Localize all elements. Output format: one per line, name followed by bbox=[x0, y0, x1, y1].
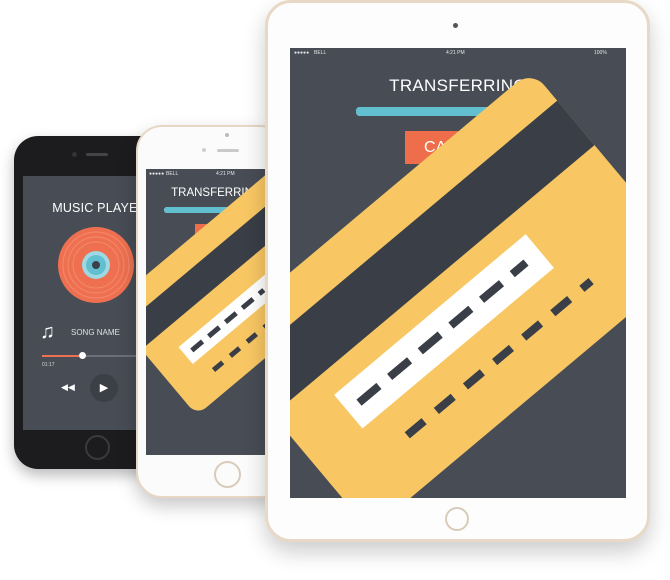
earpiece-speaker bbox=[217, 149, 239, 152]
music-note-icon: ♫ bbox=[40, 321, 55, 343]
play-icon: ▶ bbox=[99, 382, 109, 394]
front-camera bbox=[453, 23, 458, 28]
home-button[interactable] bbox=[85, 435, 110, 460]
front-camera bbox=[72, 152, 77, 157]
front-camera bbox=[225, 133, 229, 137]
home-button[interactable] bbox=[445, 507, 469, 531]
credit-card-icon bbox=[290, 78, 626, 498]
elapsed-time: 01:17 bbox=[42, 362, 55, 368]
earpiece-speaker bbox=[86, 153, 108, 156]
track-progress-handle[interactable] bbox=[78, 352, 86, 359]
tablet-transfer-screen: ●●●●● BELL 4:21 PM 100% TRANSFERRING CAN… bbox=[290, 48, 626, 498]
tablet-device: ●●●●● BELL 4:21 PM 100% TRANSFERRING CAN… bbox=[265, 0, 650, 542]
track-progress-fill bbox=[42, 355, 82, 357]
play-button[interactable]: ▶ bbox=[90, 374, 118, 402]
rewind-icon[interactable]: ◀◀ bbox=[61, 382, 75, 393]
home-button[interactable] bbox=[214, 461, 241, 488]
proximity-sensor bbox=[202, 148, 206, 152]
phone-white-device: ●●●●● BELL 4:21 PM TRANSFERRING CANCEL bbox=[136, 125, 287, 498]
song-name: SONG NAME bbox=[71, 328, 120, 337]
